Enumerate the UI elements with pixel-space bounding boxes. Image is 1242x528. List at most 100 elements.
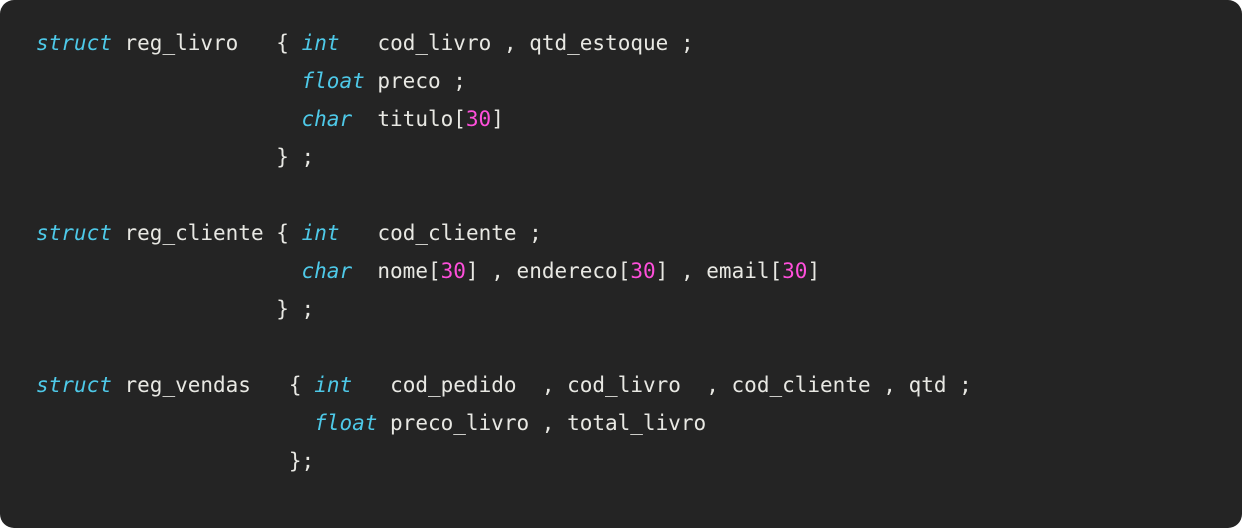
code-token-type: int (314, 373, 353, 397)
code-token-id: nome (377, 259, 428, 283)
code-token-num: 30 (782, 259, 808, 283)
code-token-id: qtd (908, 373, 947, 397)
code-token-kw: struct (36, 221, 112, 245)
code-token-punct: , (503, 31, 517, 55)
code-line: }; (36, 442, 1242, 480)
code-token-punct: { (276, 221, 289, 245)
code-token-id: cod_livro (377, 31, 492, 55)
code-block: struct reg_livro { int cod_livro , qtd_e… (0, 0, 1242, 528)
code-token-id: cod_pedido (390, 373, 517, 397)
code-token-id: reg_livro (124, 31, 239, 55)
code-line: } ; (36, 290, 1242, 328)
code-token-kw: struct (36, 31, 112, 55)
code-token-id: cod_cliente (731, 373, 871, 397)
code-line: float preco_livro , total_livro (36, 404, 1242, 442)
code-token-type: int (301, 31, 340, 55)
code-token-punct: { (276, 31, 289, 55)
code-token-punct: [ (769, 259, 783, 283)
code-token-punct: [ (617, 259, 631, 283)
code-token-num: 30 (440, 259, 466, 283)
code-token-punct: ] (655, 259, 669, 283)
code-line: char titulo[30] (36, 100, 1242, 138)
code-token-punct: } (276, 145, 289, 169)
code-token-punct: ] (807, 259, 821, 283)
code-token-punct: ; (301, 449, 315, 473)
code-token-kw: struct (36, 373, 112, 397)
code-token-type: int (301, 221, 340, 245)
code-token-id: preco (377, 69, 441, 93)
code-token-punct: } (288, 449, 302, 473)
code-token-id: email (706, 259, 770, 283)
code-token-punct: ; (959, 373, 972, 397)
code-token-type: float (314, 411, 378, 435)
code-line: } ; (36, 138, 1242, 176)
code-token-id: preco_livro (390, 411, 530, 435)
code-content[interactable]: struct reg_livro { int cod_livro , qtd_e… (36, 24, 1242, 528)
code-token-type: char (301, 259, 353, 283)
code-line: struct reg_cliente { int cod_cliente ; (36, 214, 1242, 252)
code-line: struct reg_livro { int cod_livro , qtd_e… (36, 24, 1242, 62)
code-token-punct: , (541, 411, 555, 435)
code-token-punct: , (541, 373, 555, 397)
code-token-id: reg_cliente (124, 221, 264, 245)
code-token-num: 30 (630, 259, 656, 283)
code-token-id: cod_cliente (377, 221, 517, 245)
code-token-punct: , (680, 259, 694, 283)
code-token-punct: ] (465, 259, 479, 283)
code-token-punct: , (491, 259, 504, 283)
code-token-type: float (301, 69, 365, 93)
code-line: struct reg_vendas { int cod_pedido , cod… (36, 366, 1242, 404)
code-token-id: qtd_estoque (529, 31, 669, 55)
code-token-punct: ] (491, 107, 504, 131)
code-token-punct: [ (427, 259, 441, 283)
code-token-id: total_livro (567, 411, 707, 435)
code-token-punct: ; (301, 145, 315, 169)
code-token-id: titulo (377, 107, 454, 131)
code-token-punct: , (706, 373, 719, 397)
code-token-punct: [ (453, 107, 466, 131)
code-line: char nome[30] , endereco[30] , email[30] (36, 252, 1242, 290)
code-line: float preco ; (36, 62, 1242, 100)
code-token-type: char (301, 107, 353, 131)
code-token-id: reg_vendas (124, 373, 251, 397)
